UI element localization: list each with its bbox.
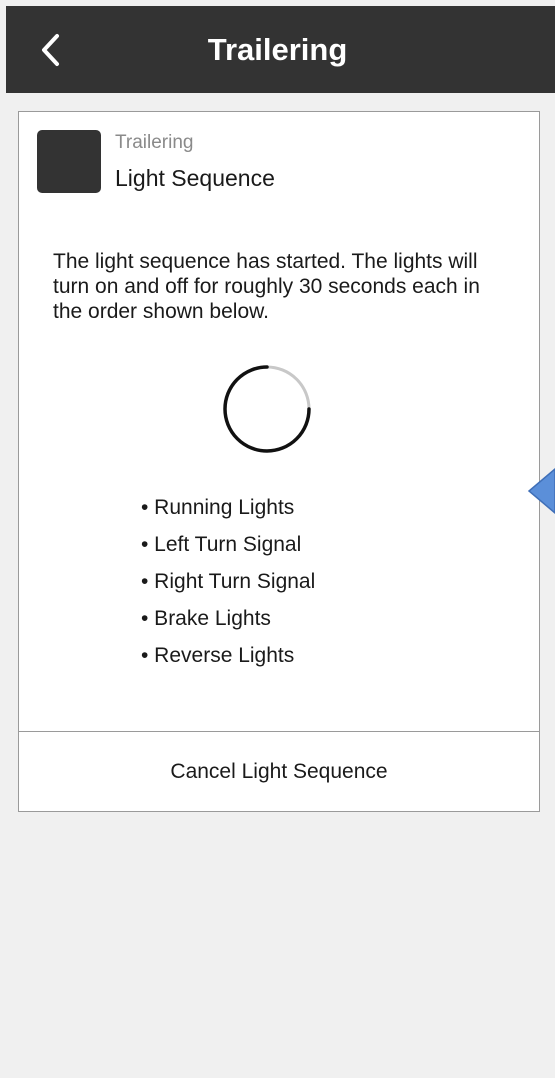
app-screen: Trailering Trailering Light Sequence The… bbox=[6, 6, 555, 1078]
list-item: • Reverse Lights bbox=[141, 644, 295, 667]
list-item: • Right Turn Signal bbox=[141, 570, 316, 593]
trailering-app-icon bbox=[37, 130, 101, 193]
list-item: • Running Lights bbox=[141, 496, 295, 519]
loading-spinner-icon bbox=[223, 365, 311, 453]
light-sequence-card: Trailering Light Sequence The light sequ… bbox=[18, 111, 540, 812]
sequence-description: The light sequence has started. The ligh… bbox=[53, 250, 480, 323]
list-item: • Left Turn Signal bbox=[141, 533, 302, 556]
page-title: Trailering bbox=[207, 32, 348, 67]
cancel-light-sequence-button[interactable]: Cancel Light Sequence bbox=[19, 732, 539, 811]
app-header: Trailering bbox=[6, 6, 555, 93]
light-sequence-list: • Running Lights • Left Turn Signal • Ri… bbox=[141, 489, 315, 674]
pointer-arrow-icon bbox=[527, 468, 555, 514]
list-item: • Brake Lights bbox=[141, 607, 271, 630]
card-app-name: Trailering bbox=[115, 132, 194, 153]
card-title: Light Sequence bbox=[115, 165, 275, 191]
